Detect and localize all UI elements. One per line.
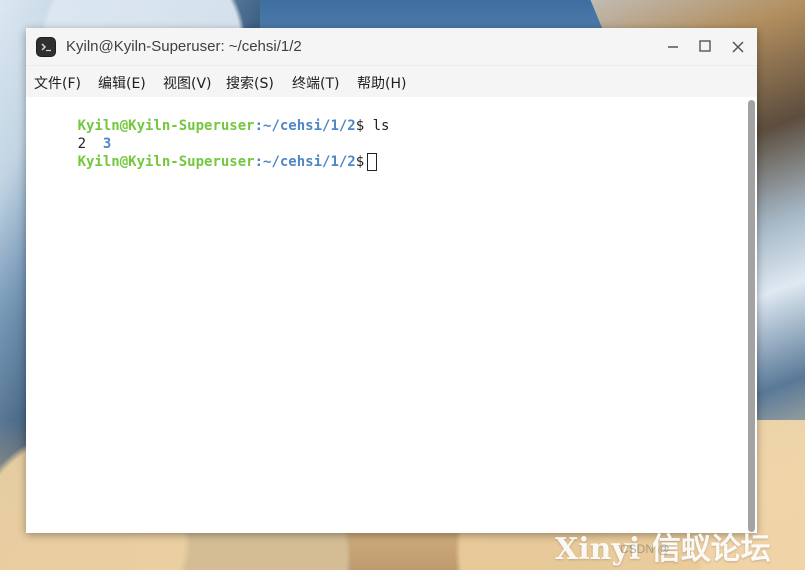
scroll-thumb[interactable] (748, 100, 755, 532)
watermark-subtext: CSDN @ (620, 542, 670, 556)
menu-edit[interactable]: 编辑(E) (98, 73, 146, 93)
menu-view[interactable]: 视图(V) (163, 73, 212, 93)
terminal-icon (36, 37, 56, 57)
menu-terminal[interactable]: 终端(T) (292, 73, 339, 93)
window-titlebar[interactable]: Kyiln@Kyiln-Superuser: ~/cehsi/1/2 (26, 28, 757, 66)
menu-search[interactable]: 搜索(S) (226, 73, 274, 93)
minimize-icon (668, 46, 678, 48)
vertical-scrollbar[interactable] (747, 97, 757, 533)
terminal-cursor (367, 153, 378, 171)
window-title: Kyiln@Kyiln-Superuser: ~/cehsi/1/2 (66, 38, 302, 55)
prompt-symbol: $ (355, 154, 365, 170)
command-text: $ ls (355, 118, 390, 134)
prompt-path: :~/cehsi/1/2 (254, 118, 356, 134)
terminal-output[interactable]: Kyiln@Kyiln-Superuser:~/cehsi/1/2$ ls 2 … (26, 97, 747, 533)
prompt-path: :~/cehsi/1/2 (254, 154, 356, 170)
menu-file[interactable]: 文件(F) (34, 73, 81, 93)
terminal-window: Kyiln@Kyiln-Superuser: ~/cehsi/1/2 文件(F)… (26, 28, 757, 533)
terminal-line: Kyiln@Kyiln-Superuser:~/cehsi/1/2$ (27, 135, 378, 189)
menu-help[interactable]: 帮助(H) (357, 73, 406, 93)
menu-bar: 文件(F) 编辑(E) 视图(V) 搜索(S) 终端(T) 帮助(H) (26, 66, 757, 97)
maximize-icon (699, 40, 711, 52)
prompt-user: Kyiln@Kyiln-Superuser (77, 154, 255, 170)
minimize-button[interactable] (662, 36, 684, 58)
close-icon (732, 41, 744, 53)
maximize-button[interactable] (694, 36, 716, 58)
close-button[interactable] (727, 36, 749, 58)
